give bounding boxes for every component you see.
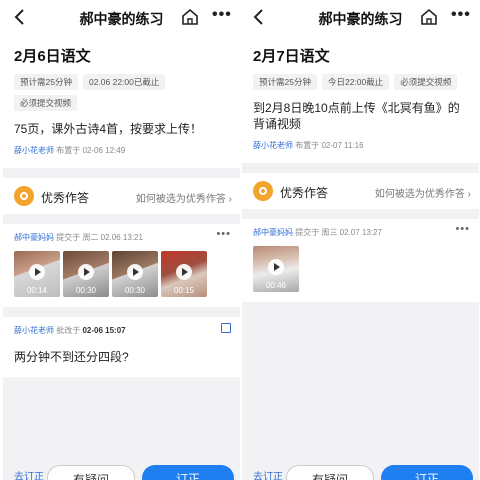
video-thumbnail[interactable]: 00:46 <box>253 246 299 292</box>
homework-content: 75页，课外古诗4首，按要求上传！ <box>14 122 203 136</box>
reviewer-name[interactable]: 薛小花老师 <box>14 326 54 335</box>
video-duration: 00:14 <box>26 286 48 295</box>
publish-time: 布置于 02-06 12:49 <box>56 146 126 155</box>
correct-button[interactable]: 订正 <box>381 465 473 480</box>
play-icon <box>29 264 45 280</box>
review-label: 批改于 <box>56 326 81 335</box>
question-button[interactable]: 有疑问 <box>47 465 135 480</box>
chevron-right-icon: › <box>228 194 232 205</box>
bottom-action-bar: 去订正 有疑问 订正 <box>3 462 240 480</box>
submission-meta: 郝中豪妈妈 提交于 周二 02.06 13:21 <box>14 232 229 243</box>
chevron-right-icon: › <box>467 189 471 200</box>
video-required-tag: 必须提交视频 <box>394 74 458 90</box>
video-list: 00:46 <box>253 246 468 292</box>
video-duration: 00:15 <box>173 286 195 295</box>
excellent-help-link[interactable]: 如何被选为优秀作答 › <box>375 185 471 200</box>
excellent-label: 优秀作答 <box>280 186 329 200</box>
page-title: 郝中豪的练习 <box>79 11 164 27</box>
homework-card: 2月7日语文 预计需25分钟 今日22:00截止 必须提交视频 到2月8日晚10… <box>242 36 479 163</box>
top-bar: 郝中豪的练习 ••• <box>242 0 479 36</box>
home-icon[interactable] <box>180 7 200 27</box>
tag-list: 预计需25分钟 02.06 22:00已截止 必须提交视频 <box>14 74 229 111</box>
correct-link[interactable]: 去订正 <box>14 468 44 480</box>
bottom-action-bar: 去订正 有疑问 订正 <box>242 462 479 480</box>
more-dots-icon[interactable]: ••• <box>212 7 232 26</box>
play-icon <box>176 264 192 280</box>
video-thumbnail[interactable]: 00:14 <box>14 251 60 297</box>
video-list: 00:14 00:30 00:30 00:15 <box>14 251 229 297</box>
review-date: 02-06 15:07 <box>82 326 126 335</box>
tag-list: 预计需25分钟 今日22:00截止 必须提交视频 <box>253 74 468 90</box>
top-bar: 郝中豪的练习 ••• <box>3 0 240 36</box>
deadline-tag: 今日22:00截止 <box>321 74 390 90</box>
teacher-name[interactable]: 薛小花老师 <box>253 141 293 150</box>
review-card: 薛小花老师 批改于 02-06 15:07 两分钟不到还分四段? <box>3 317 240 377</box>
excellent-answers-row[interactable]: 优秀作答 如何被选为优秀作答 › <box>3 178 240 214</box>
video-duration: 00:30 <box>124 286 146 295</box>
home-icon[interactable] <box>419 7 439 27</box>
video-required-tag: 必须提交视频 <box>14 95 78 111</box>
submission-time: 提交于 周三 02.07 13:27 <box>295 228 382 237</box>
submitter-name[interactable]: 郝中豪妈妈 <box>14 233 54 242</box>
play-icon <box>268 259 284 275</box>
video-thumbnail[interactable]: 00:15 <box>161 251 207 297</box>
question-button[interactable]: 有疑问 <box>286 465 374 480</box>
publish-time: 布置于 02-07 11:16 <box>295 141 364 150</box>
excellent-help-link[interactable]: 如何被选为优秀作答 › <box>136 190 232 205</box>
more-dots-icon[interactable]: ••• <box>216 228 231 240</box>
duration-tag: 预计需25分钟 <box>253 74 317 90</box>
correct-link[interactable]: 去订正 <box>253 468 283 480</box>
deadline-tag: 02.06 22:00已截止 <box>82 74 166 90</box>
review-comment: 两分钟不到还分四段? <box>14 350 129 364</box>
excellent-label: 优秀作答 <box>41 191 90 205</box>
teacher-name[interactable]: 薛小花老师 <box>14 146 54 155</box>
submission-card: 郝中豪妈妈 提交于 周二 02.06 13:21 ••• 00:14 00:30… <box>3 224 240 307</box>
left-screen: 郝中豪的练习 ••• 2月6日语文 预计需25分钟 02.06 22:00已截止… <box>3 0 240 480</box>
video-thumbnail[interactable]: 00:30 <box>112 251 158 297</box>
medal-icon <box>14 186 34 206</box>
homework-content: 到2月8日晚10点前上传《北冥有鱼》的背诵视频 <box>253 101 460 131</box>
play-icon <box>78 264 94 280</box>
video-duration: 00:30 <box>75 286 97 295</box>
duration-tag: 预计需25分钟 <box>14 74 78 90</box>
publish-info: 薛小花老师 布置于 02-06 12:49 <box>14 145 229 156</box>
submission-meta: 郝中豪妈妈 提交于 周三 02.07 13:27 <box>253 227 468 238</box>
homework-title: 2月6日语文 <box>14 48 91 65</box>
submitter-name[interactable]: 郝中豪妈妈 <box>253 228 293 237</box>
correct-button[interactable]: 订正 <box>142 465 234 480</box>
excellent-answers-row[interactable]: 优秀作答 如何被选为优秀作答 › <box>242 173 479 209</box>
right-screen: 郝中豪的练习 ••• 2月7日语文 预计需25分钟 今日22:00截止 必须提交… <box>242 0 479 480</box>
review-meta: 薛小花老师 批改于 02-06 15:07 <box>14 325 229 336</box>
more-dots-icon[interactable]: ••• <box>451 7 471 26</box>
video-duration: 00:46 <box>265 281 287 290</box>
more-dots-icon[interactable]: ••• <box>455 223 470 235</box>
publish-info: 薛小花老师 布置于 02-07 11:16 <box>253 140 468 151</box>
homework-card: 2月6日语文 预计需25分钟 02.06 22:00已截止 必须提交视频 75页… <box>3 36 240 168</box>
submission-time: 提交于 周二 02.06 13:21 <box>56 233 143 242</box>
homework-title: 2月7日语文 <box>253 48 330 65</box>
play-icon <box>127 264 143 280</box>
edit-icon[interactable] <box>221 323 231 333</box>
medal-icon <box>253 181 273 201</box>
submission-card: 郝中豪妈妈 提交于 周三 02.07 13:27 ••• 00:46 <box>242 219 479 302</box>
video-thumbnail[interactable]: 00:30 <box>63 251 109 297</box>
page-title: 郝中豪的练习 <box>318 11 403 27</box>
